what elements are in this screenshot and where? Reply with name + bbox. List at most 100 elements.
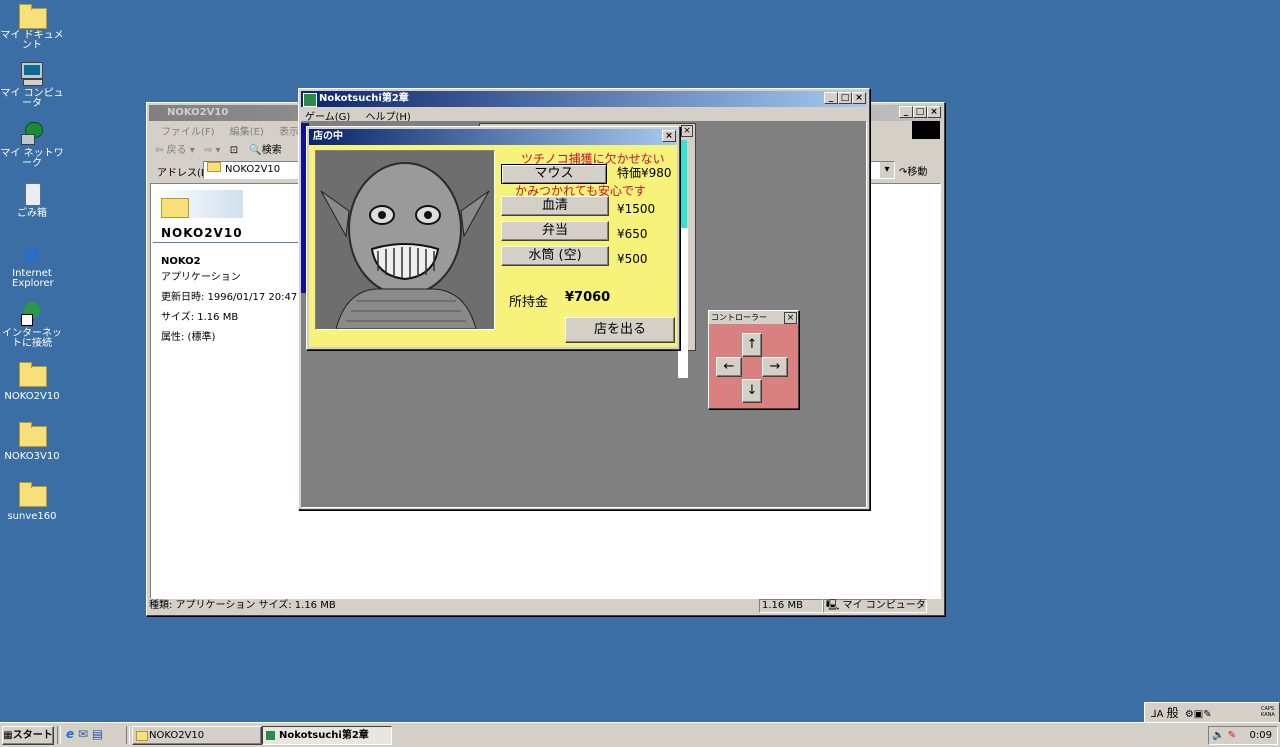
taskbar: ▦スタート e ✉ ▤ NOKO2V10 Nokotsuchi第2章 🔈 ✎ 0… [0, 722, 1280, 747]
desktop-icon-my-network[interactable]: マイ ネットワーク [0, 122, 64, 169]
exit-shop-button[interactable]: 店を出る [565, 317, 675, 343]
close-button[interactable]: × [662, 130, 676, 142]
menu-edit[interactable]: 編集(E) [230, 127, 264, 138]
windows-flag-icon: ▦ [3, 730, 13, 741]
close-icon[interactable]: × [784, 312, 797, 324]
address-dropdown-icon[interactable]: ▾ [880, 162, 894, 178]
close-button[interactable]: × [852, 92, 866, 104]
explorer-toolbar: ⇦ 戻る ▾ ⇨ ▾ ⊡ 🔍検索 [155, 141, 282, 156]
close-button[interactable]: × [927, 106, 941, 118]
file-name: NOKO2 [161, 256, 201, 267]
go-button[interactable]: ↷移動 [899, 163, 927, 178]
desktop-icon-my-computer[interactable]: マイ コンピュータ [0, 62, 64, 109]
pen-icon[interactable]: ✎ [1228, 730, 1236, 741]
price-mouse: 特価¥980 [617, 166, 672, 180]
game-titlebar[interactable]: Nokotsuchi第2章 [301, 91, 867, 107]
file-attributes: 属性: (標準) [161, 332, 216, 343]
connect-icon [19, 302, 45, 326]
menu-file[interactable]: ファイル(F) [161, 127, 215, 138]
system-tray: 🔈 ✎ 0:09 [1208, 726, 1278, 745]
folder-icon [19, 482, 47, 507]
minimize-button[interactable]: _ [899, 106, 913, 118]
computer-icon: 🖳 [826, 600, 843, 611]
status-text: 種類: アプリケーション サイズ: 1.16 MB [149, 600, 336, 611]
folder-icon [19, 422, 47, 447]
network-icon [19, 122, 45, 146]
desktop-icon-label: Internet Explorer [12, 268, 54, 289]
shopkeeper-portrait [315, 150, 495, 330]
buy-bento-button[interactable]: 弁当 [501, 221, 609, 241]
caps-kana-indicator: CAPS KANA [1261, 706, 1275, 718]
task-noko2v10[interactable]: NOKO2V10 [132, 726, 262, 745]
up-folder-icon[interactable]: ⊡ [230, 145, 238, 156]
ime-tools-icon[interactable]: ⚙▣✎ [1185, 709, 1212, 720]
folder-icon [136, 731, 148, 741]
desktop-icon-my-documents[interactable]: マイ ドキュメント [0, 4, 64, 51]
start-button[interactable]: ▦スタート [2, 726, 54, 745]
ime-mode-icon[interactable]: ⅃A [1151, 709, 1163, 720]
windows-logo-icon [912, 121, 940, 139]
ie-icon[interactable]: e [66, 727, 74, 741]
desktop-icon-noko3v10[interactable]: NOKO3V10 [0, 422, 64, 462]
folder-banner [153, 186, 247, 222]
desktop-icon-label: マイ コンピュータ [0, 88, 64, 109]
file-type: アプリケーション [161, 272, 241, 283]
desktop-icon-sunve160[interactable]: sunve160 [0, 482, 64, 522]
game-app-icon [303, 93, 317, 107]
ie-icon: e [24, 239, 40, 268]
money-label: 所持金 [509, 295, 549, 310]
desktop-icon-noko2v10[interactable]: NOKO2V10 [0, 362, 64, 402]
quick-launch: e ✉ ▤ [66, 727, 103, 741]
folder-icon [161, 198, 189, 218]
ime-kanji[interactable]: 般 [1167, 706, 1179, 720]
price-serum: ¥1500 [617, 202, 656, 216]
folder-name: NOKO2V10 [161, 226, 243, 240]
status-bar: 種類: アプリケーション サイズ: 1.16 MB 1.16 MB 🖳 マイ コ… [149, 599, 940, 613]
outlook-icon[interactable]: ✉ [78, 727, 88, 741]
shop-titlebar[interactable]: 店の中 [309, 129, 677, 145]
window-title: NOKO2V10 [167, 107, 229, 118]
window-title: Nokotsuchi第2章 [319, 93, 409, 104]
ime-toolbar: ⅃A 般 ⚙▣✎ CAPS KANA [1144, 702, 1280, 724]
controller-title: コントローラー [711, 313, 767, 322]
status-size: 1.16 MB [759, 599, 823, 613]
game-app-icon [266, 731, 275, 740]
task-nokotsuchi[interactable]: Nokotsuchi第2章 [262, 726, 392, 745]
minimize-button[interactable]: _ [824, 92, 838, 104]
desktop-icon-recycle-bin[interactable]: ごみ箱 [0, 182, 64, 219]
shop-dialog: 店の中 × ツチノコ捕獲に欠かせない かみつかれても安心です マウス 特価¥98… [306, 126, 680, 350]
folder-docs-icon [19, 4, 47, 29]
controller-titlebar[interactable]: コントローラー × [709, 311, 798, 324]
desktop-icon-connect[interactable]: インターネットに接続 [0, 302, 64, 349]
volume-icon[interactable]: 🔈 [1212, 730, 1224, 741]
show-desktop-icon[interactable]: ▤ [92, 727, 103, 741]
desktop-icon-internet-explorer[interactable]: e Internet Explorer [0, 242, 64, 289]
up-arrow-button[interactable]: ↑ [742, 333, 762, 357]
desktop-icon-label: ごみ箱 [17, 208, 47, 219]
price-canteen: ¥500 [617, 252, 648, 266]
buy-mouse-button[interactable]: マウス [501, 164, 607, 184]
controller-window: コントローラー × ↑ ← → ↓ [708, 310, 799, 409]
search-button[interactable]: 🔍検索 [249, 145, 281, 156]
file-modified: 更新日時: 1996/01/17 20:47 [161, 292, 298, 303]
right-arrow-button[interactable]: → [762, 357, 788, 377]
file-size: サイズ: 1.16 MB [161, 312, 239, 323]
desktop-icon-label: NOKO2V10 [4, 391, 60, 402]
maximize-button[interactable]: □ [913, 106, 927, 118]
left-arrow-button[interactable]: ← [716, 357, 742, 377]
clock: 0:09 [1249, 730, 1272, 741]
folder-icon [19, 362, 47, 387]
buy-canteen-button[interactable]: 水筒 (空) [501, 246, 609, 266]
shopkeeper-image [316, 151, 494, 329]
money-value: ¥7060 [565, 290, 611, 305]
back-button[interactable]: ⇦ 戻る ▾ [155, 145, 195, 156]
down-arrow-button[interactable]: ↓ [742, 379, 762, 403]
status-zone: 🖳 マイ コンピュータ [823, 599, 927, 613]
maximize-button[interactable]: □ [838, 92, 852, 104]
desktop-icon-label: マイ ドキュメント [0, 30, 64, 51]
forward-button[interactable]: ⇨ ▾ [204, 145, 221, 156]
computer-icon [19, 62, 45, 86]
price-bento: ¥650 [617, 227, 648, 241]
window-title: 店の中 [313, 131, 343, 142]
buy-serum-button[interactable]: 血清 [501, 196, 609, 216]
